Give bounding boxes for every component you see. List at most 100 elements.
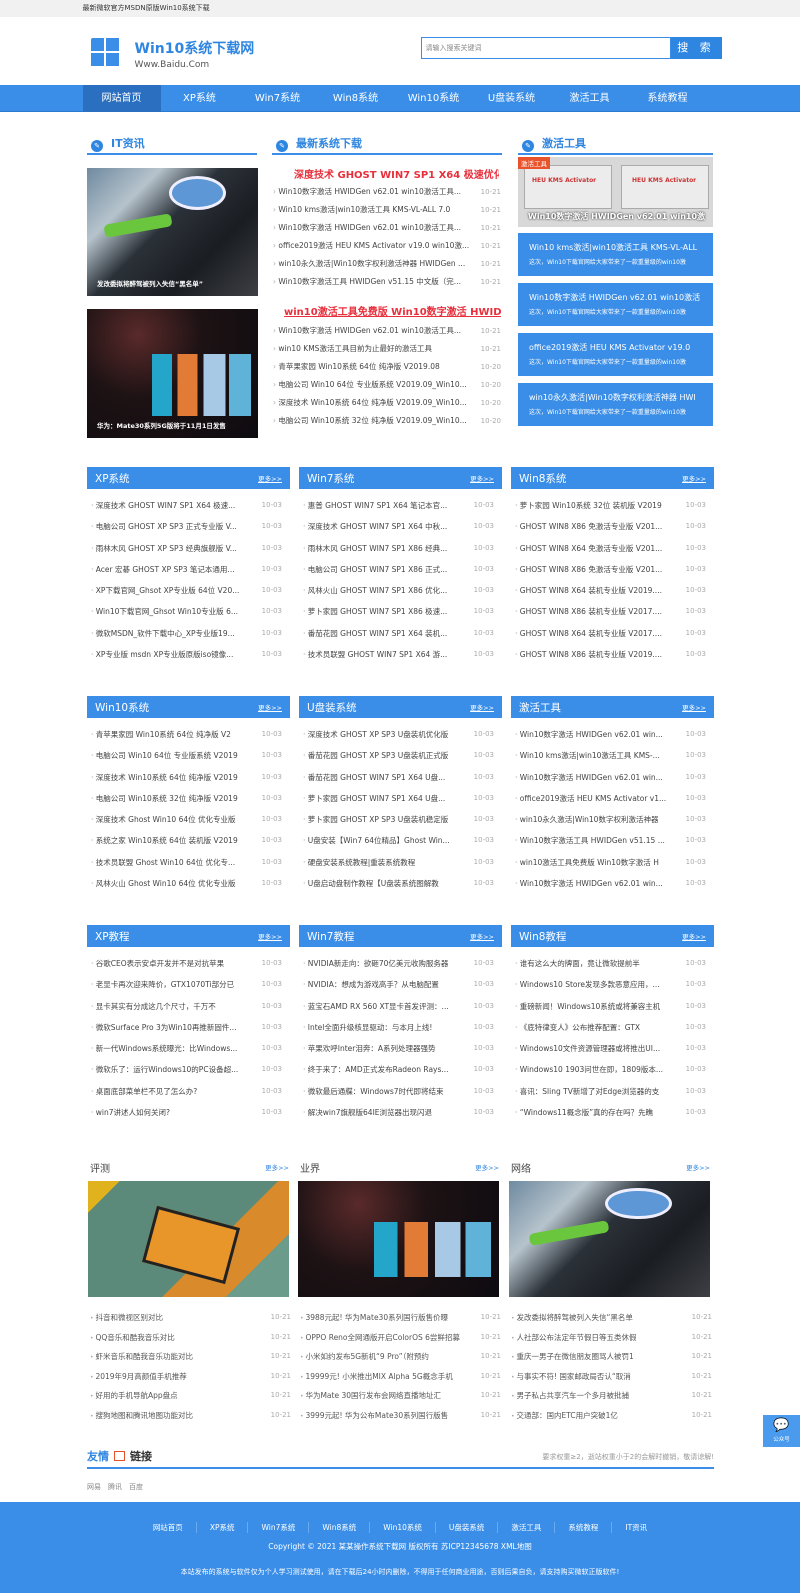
more-link[interactable]: 更多>> xyxy=(258,931,282,941)
list-item[interactable]: QQ音乐和酷我音乐对比 10-21 xyxy=(88,1328,291,1348)
item-title[interactable]: win10永久激活|Win10数字权利激活神器 HWIDGen ... xyxy=(273,255,465,273)
list-item[interactable]: Win10 kms激活|win10激活工具 KMS-VL-ALL 7.0 10-2… xyxy=(273,201,501,219)
list-item[interactable]: 微软Surface Pro 3为Win10再推新固件... 10-03 xyxy=(87,1017,290,1038)
item-title[interactable]: Windows10文件资源管理器或将推出UI... xyxy=(515,1038,660,1059)
list-item[interactable]: 微软MSDN_软件下载中心_XP专业版19... 10-03 xyxy=(87,623,290,644)
item-title[interactable]: 番茄花园 GHOST WIN7 SP1 X64 装机... xyxy=(303,623,448,644)
item-title[interactable]: Acer 宏碁 GHOST XP SP3 笔记本通用... xyxy=(91,559,235,580)
item-title[interactable]: 惠普 GHOST WIN7 SP1 X64 笔记本官... xyxy=(303,495,448,516)
list-item[interactable]: win10永久激活|Win10数字权利激活神器 10-03 xyxy=(511,809,714,830)
list-item[interactable]: GHOST WIN8 X86 装机专业版 V2019.... 10-03 xyxy=(511,644,714,665)
item-title[interactable]: GHOST WIN8 X64 装机专业版 V2019.... xyxy=(515,580,662,601)
footer-nav-link[interactable]: IT资讯 xyxy=(612,1522,660,1533)
item-title[interactable]: 小米如约发布5G新机“9 Pro”（附预约 xyxy=(300,1347,428,1367)
item-title[interactable]: 深度技术 Win10系统 64位 纯净版 V2019.09_Win10... xyxy=(273,394,466,412)
list-item[interactable]: 技术员联盟 GHOST WIN7 SP1 X64 游... 10-03 xyxy=(299,644,502,665)
list-item[interactable]: 小米如约发布5G新机“9 Pro”（附预约 10-21 xyxy=(298,1347,501,1367)
item-title[interactable]: 番茄花园 GHOST XP SP3 U盘装机正式版 xyxy=(303,745,448,766)
activation-card[interactable]: Win10数字激活 HWIDGen v62.01 win10激活 这次，Win10… xyxy=(518,283,713,326)
more-link[interactable]: 更多>> xyxy=(258,702,282,712)
item-title[interactable]: 雨林木风 GHOST XP SP3 经典旗舰版 V... xyxy=(91,538,237,559)
box-title[interactable]: 激活工具 xyxy=(519,700,561,715)
item-title[interactable]: QQ音乐和酷我音乐对比 xyxy=(90,1328,174,1348)
list-item[interactable]: Win10数字激活 HWIDGen v62.01 win10激活工具... 10-… xyxy=(273,322,501,340)
list-item[interactable]: 谷歌CEO表示安卓开发并不是对抗苹果 10-03 xyxy=(87,953,290,974)
list-item[interactable]: win10永久激活|Win10数字权利激活神器 HWIDGen ... 10-21 xyxy=(273,255,501,273)
list-item[interactable]: 蓝宝石AMD RX 560 XT显卡首发评测：... 10-03 xyxy=(299,996,502,1017)
list-item[interactable]: 解决win7旗舰版64IE浏览器出现闪退 10-03 xyxy=(299,1102,502,1123)
list-item[interactable]: GHOST WIN8 X64 装机专业版 V2019.... 10-03 xyxy=(511,580,714,601)
more-link[interactable]: 更多>> xyxy=(475,1162,499,1172)
item-title[interactable]: Win10数字激活 HWIDGen v62.01 win... xyxy=(515,767,663,788)
item-title[interactable]: win7讲述人如何关闭? xyxy=(91,1102,170,1123)
item-title[interactable]: 萝卜家园 GHOST WIN7 SP1 X64 U盘... xyxy=(303,788,446,809)
item-title[interactable]: 老显卡再次迎来降价，GTX1070Ti部分已 xyxy=(91,974,234,995)
item-title[interactable]: 华为Mate 30国行发布会网络直播地址汇 xyxy=(300,1386,441,1406)
item-title[interactable]: U盘启动盘制作教程【U盘装系统图解教 xyxy=(303,873,439,894)
item-title[interactable]: 3988元起! 华为Mate30系列国行版售价曝 xyxy=(300,1308,448,1328)
item-title[interactable]: GHOST WIN8 X64 免激活专业版 V201... xyxy=(515,538,663,559)
list-item[interactable]: 抖音和微视区别对比 10-21 xyxy=(88,1308,291,1328)
item-title[interactable]: 雨林木风 GHOST WIN7 SP1 X86 经典... xyxy=(303,538,448,559)
item-title[interactable]: 电脑公司 GHOST XP SP3 正式专业版 V... xyxy=(91,516,237,537)
windows-logo-icon[interactable] xyxy=(90,38,119,66)
category-title[interactable]: 网络 xyxy=(511,1160,531,1175)
item-title[interactable]: office2019激活 HEU KMS Activator v19.0 win… xyxy=(273,237,469,255)
item-title[interactable]: 苹果欢呼Inter泪奔：A系列处理器强势 xyxy=(303,1038,436,1059)
site-title[interactable]: Win10系统下载网 xyxy=(135,38,255,58)
box-title[interactable]: Win8教程 xyxy=(519,929,566,944)
item-title[interactable]: Win10数字激活工具 HWIDGen v51.15 ... xyxy=(515,830,665,851)
list-item[interactable]: 与事实不符! 国家邮政局否认“取消 10-21 xyxy=(509,1367,712,1387)
list-item[interactable]: Windows10文件资源管理器或将推出UI... 10-03 xyxy=(511,1038,714,1059)
nav-item[interactable]: Win7系统 xyxy=(239,85,317,112)
list-item[interactable]: Windows10 Store发现多款恶意应用，... 10-03 xyxy=(511,974,714,995)
item-title[interactable]: office2019激活 HEU KMS Activator v1... xyxy=(515,788,666,809)
list-item[interactable]: 3988元起! 华为Mate30系列国行版售价曝 10-21 xyxy=(298,1308,501,1328)
footer-nav-link[interactable]: Win7系统 xyxy=(248,1522,310,1533)
list-item[interactable]: GHOST WIN8 X64 免激活专业版 V201... 10-03 xyxy=(511,538,714,559)
list-item[interactable]: 发改委拟将醉驾被列入失信“黑名单 10-21 xyxy=(509,1308,712,1328)
item-title[interactable]: 重庆一男子在微信朋友圈骂人被罚1 xyxy=(511,1347,633,1367)
item-title[interactable]: win10永久激活|Win10数字权利激活神器 xyxy=(515,809,659,830)
list-item[interactable]: 风林火山 Ghost Win10 64位 优化专业版 10-03 xyxy=(87,873,290,894)
item-title[interactable]: GHOST WIN8 X86 免激活专业版 V201... xyxy=(515,559,663,580)
box-title[interactable]: XP系统 xyxy=(95,471,130,486)
list-item[interactable]: 老显卡再次迎来降价，GTX1070Ti部分已 10-03 xyxy=(87,974,290,995)
more-link[interactable]: 更多>> xyxy=(470,702,494,712)
list-item[interactable]: 显卡其实有分成这几个尺寸，千万不 10-03 xyxy=(87,996,290,1017)
list-item[interactable]: OPPO Reno全网通版开启ColorOS 6尝鲜招募 10-21 xyxy=(298,1328,501,1348)
item-title[interactable]: Win10数字激活 HWIDGen v62.01 win10激活工具... xyxy=(273,322,461,340)
item-title[interactable]: 风林火山 Ghost Win10 64位 优化专业版 xyxy=(91,873,236,894)
list-item[interactable]: 深度技术 GHOST XP SP3 U盘装机优化版 10-03 xyxy=(299,724,502,745)
list-item[interactable]: 19999元! 小米推出MIX Alpha 5G概念手机 10-21 xyxy=(298,1367,501,1387)
list-item[interactable]: 华为Mate 30国行发布会网络直播地址汇 10-21 xyxy=(298,1386,501,1406)
item-title[interactable]: OPPO Reno全网通版开启ColorOS 6尝鲜招募 xyxy=(300,1328,459,1348)
item-title[interactable]: 虾米音乐和酷我音乐功能对比 xyxy=(90,1347,193,1367)
list-item[interactable]: win7讲述人如何关闭? 10-03 xyxy=(87,1102,290,1123)
item-title[interactable]: Windows10 1903问世在即，1809版本... xyxy=(515,1059,663,1080)
category-photo[interactable] xyxy=(88,1181,289,1297)
list-item[interactable]: Win10下载官网_Ghsot Win10专业版 6... 10-03 xyxy=(87,601,290,622)
item-title[interactable]: XP专业版 msdn XP专业版原版iso镜像... xyxy=(91,644,234,665)
list-item[interactable]: 电脑公司 Win10系统 32位 纯净版 V2019.09_Win10... 10… xyxy=(273,412,501,430)
search-input[interactable]: 请输入搜索关键词 xyxy=(420,37,671,59)
it-news-photo-2[interactable]: 华为：Mate30系列5G版将于11月1日发售 xyxy=(87,309,258,438)
item-title[interactable]: 深度技术 GHOST WIN7 SP1 X64 中秋... xyxy=(303,516,448,537)
item-title[interactable]: Win10数字激活工具 HWIDGen v51.15 中文版（完... xyxy=(273,273,461,291)
list-item[interactable]: 深度技术 Win10系统 64位 纯净版 V2019.09_Win10... 10… xyxy=(273,394,501,412)
item-title[interactable]: 解决win7旗舰版64IE浏览器出现闪退 xyxy=(303,1102,432,1123)
list-item[interactable]: NVIDIA：想成为游戏高手？从电脑配置 10-03 xyxy=(299,974,502,995)
nav-item[interactable]: 网站首页 xyxy=(82,85,161,112)
list-item[interactable]: 深度技术 Ghost Win10 64位 优化专业版 10-03 xyxy=(87,809,290,830)
feature-caption[interactable]: Win10数字激活 HWIDGen v62.01 win10激 xyxy=(528,211,705,222)
list-item[interactable]: office2019激活 HEU KMS Activator v19.0 win… xyxy=(273,237,501,255)
activation-card[interactable]: Win10 kms激活|win10激活工具 KMS-VL-ALL 这次，Win10… xyxy=(518,233,713,276)
item-title[interactable]: win10激活工具免费版 Win10数字激活 H xyxy=(515,852,659,873)
item-title[interactable]: 好用的手机导航App盘点 xyxy=(90,1386,177,1406)
item-title[interactable]: GHOST WIN8 X86 装机专业版 V2019.... xyxy=(515,644,662,665)
item-title[interactable]: 搜狗地图和腾讯地图功能对比 xyxy=(90,1406,193,1426)
box-title[interactable]: Win8系统 xyxy=(519,471,566,486)
card-title[interactable]: Win10 kms激活|win10激活工具 KMS-VL-ALL xyxy=(529,242,702,253)
item-title[interactable]: 萝卜家园 GHOST WIN7 SP1 X86 极速... xyxy=(303,601,448,622)
activation-card[interactable]: win10永久激活|Win10数字权利激活神器 HWI 这次，Win10下载官网给… xyxy=(518,383,713,426)
